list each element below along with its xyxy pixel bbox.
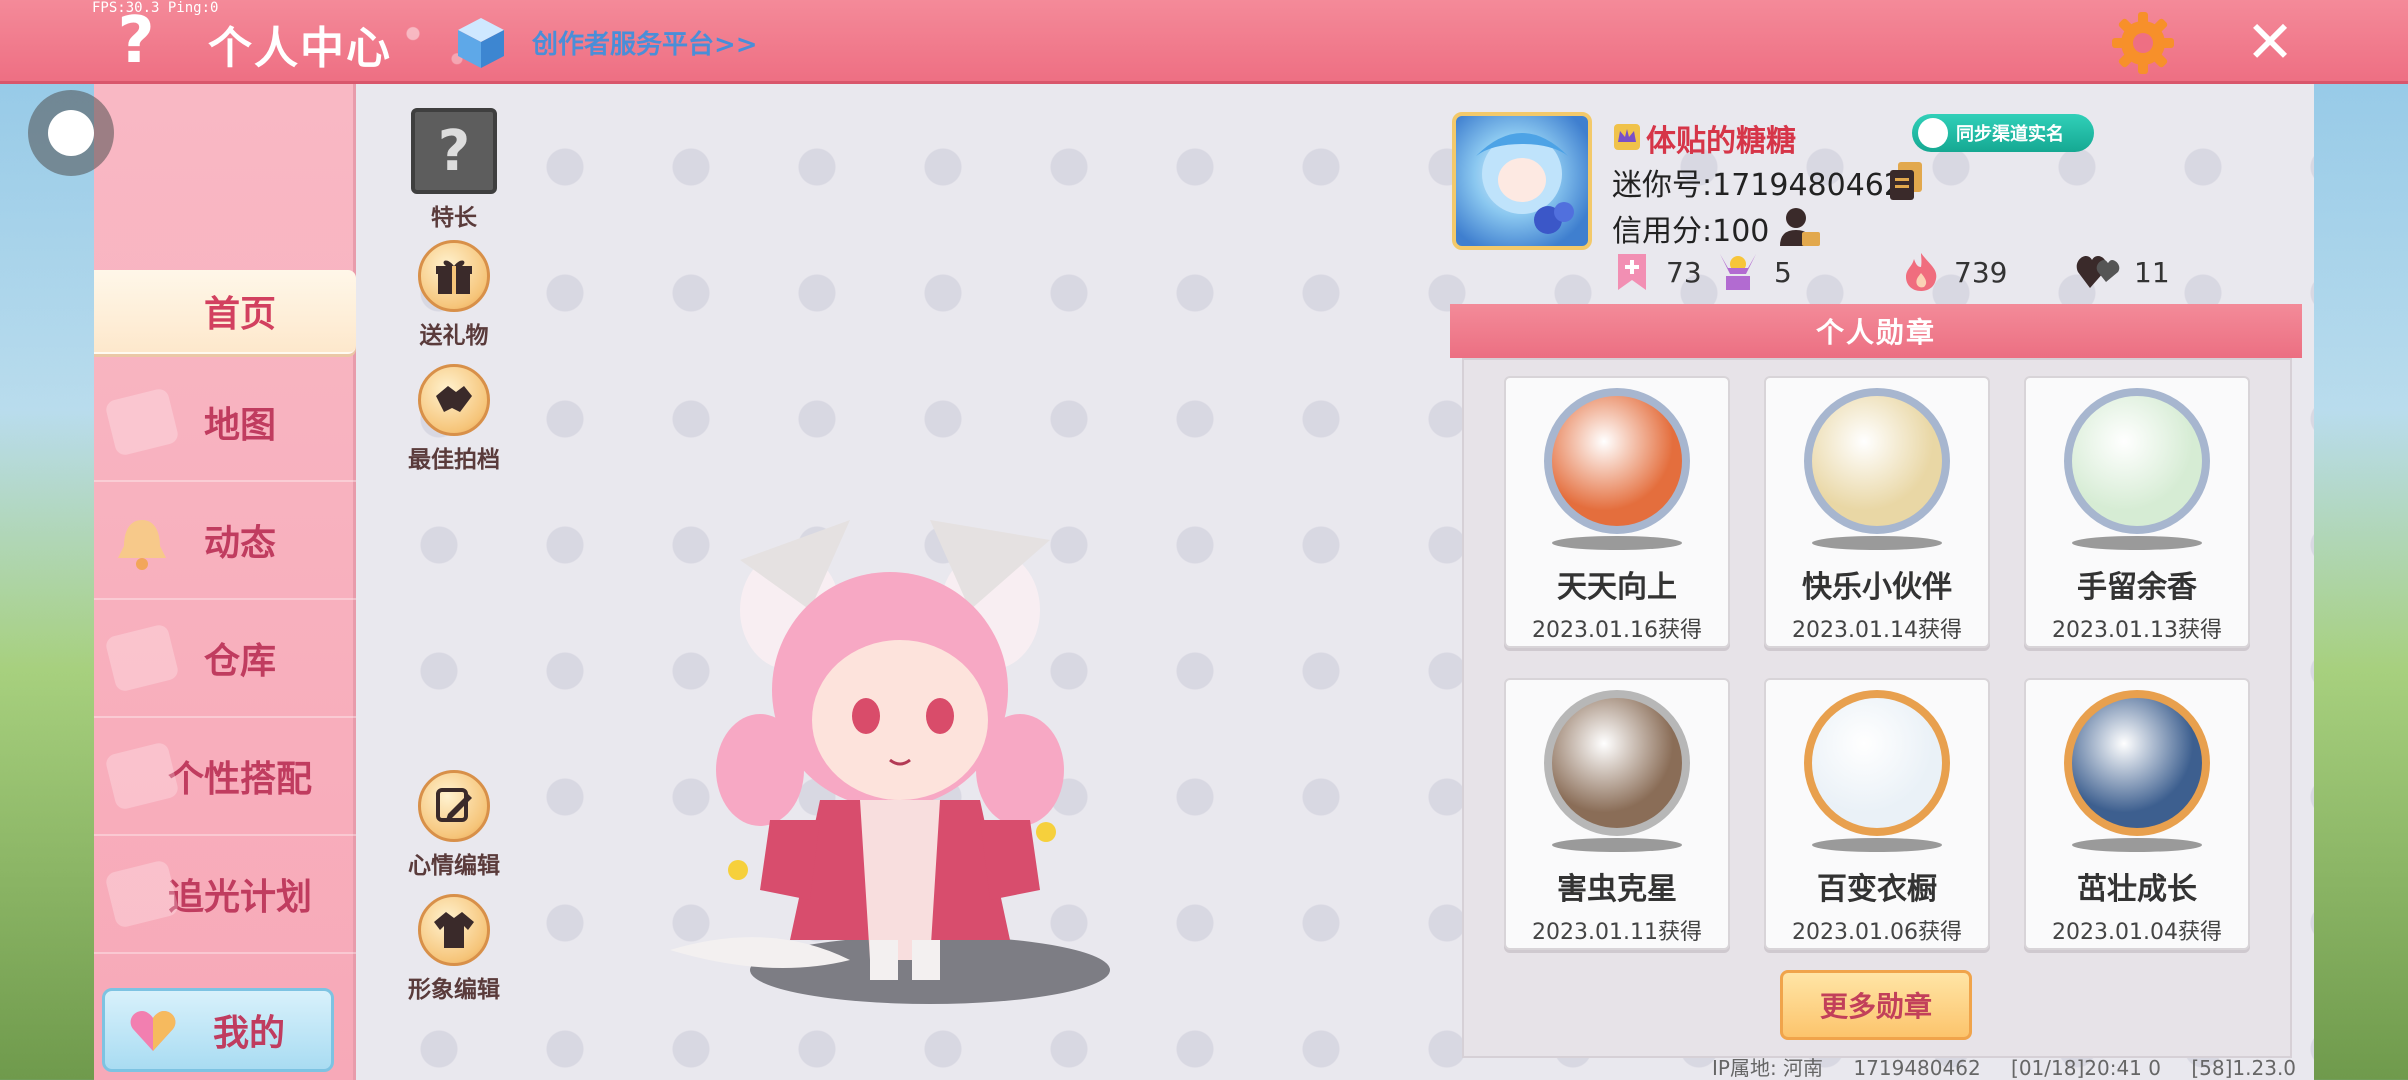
sync-realname-label: 同步渠道实名 [1956,124,2064,145]
badge-name: 百变衣橱 [1817,872,1937,907]
stat-fire: 739 [1902,250,2007,294]
badge-name: 快乐小伙伴 [1802,570,1952,605]
medal-shadow [1552,838,1682,852]
sidebar: 首页 地图 动态 仓库 个性搭配 追光计划 [94,84,356,1080]
medal-icon [1544,388,1690,534]
badge-card[interactable]: 百变衣橱 2023.01.06获得 [1764,678,1990,950]
badge-date: 2023.01.11获得 [1532,920,1702,945]
stat-flag: 73 [1612,250,1702,294]
gift-icon [418,240,490,312]
sidebar-item-home[interactable]: 首页 [94,270,356,354]
badge-name: 手留余香 [2077,570,2197,605]
sidebar-item-lightchase[interactable]: 追光计划 [94,836,356,954]
more-badges-button[interactable]: 更多勋章 [1780,970,1972,1040]
copy-icon[interactable] [1888,160,1924,202]
close-icon[interactable]: ✕ [2240,12,2300,72]
badge-name: 茁壮成长 [2077,872,2197,907]
ip-location: IP属地: 河南 [1712,1056,1824,1080]
page-title: 个人中心 [208,23,392,74]
badge-card[interactable]: 茁壮成长 2023.01.04获得 [2024,678,2250,950]
outfit-icon [418,894,490,966]
sidebar-item-feed[interactable]: 动态 [94,482,356,600]
footer-info: IP属地: 河南 1719480462 [01/18]20:41 0 [58]1… [1712,1052,2320,1080]
special-ability-label: 特长 [431,205,477,231]
appearance-edit-label: 形象编辑 [408,977,500,1003]
appearance-edit-button[interactable]: 形象编辑 [394,894,514,1004]
badge-card[interactable]: 害虫克星 2023.01.11获得 [1504,678,1730,950]
bell-icon [118,520,166,570]
badge-card[interactable]: 手留余香 2023.01.13获得 [2024,376,2250,648]
user-icon [1918,118,1948,148]
medal-shadow [1552,536,1682,550]
badges-header: 个人勋章 [1450,304,2302,358]
edit-icon [418,770,490,842]
top-bar: FPS:30.3 Ping:0 ? 个人中心 创作者服务平台>> ✕ [0,0,2408,84]
handshake-icon [418,364,490,436]
mystery-box-icon: ? [411,108,497,194]
best-partner-label: 最佳拍档 [408,447,500,473]
credit-score: 信用分:100 [1612,214,1770,249]
footer-version: [58]1.23.0 [2191,1056,2297,1080]
help-icon[interactable]: ? [108,6,164,76]
special-ability-button[interactable]: ? 特长 [394,108,514,232]
sidebar-item-outfit[interactable]: 个性搭配 [94,718,356,836]
cube-icon[interactable] [456,16,506,70]
badge-date: 2023.01.06获得 [1792,920,1962,945]
credit-user-icon[interactable] [1778,206,1822,248]
stat-cheer: 5 [1716,250,1792,294]
record-button[interactable] [28,90,114,176]
badge-card[interactable]: 天天向上 2023.01.16获得 [1504,376,1730,648]
vip-badge-icon [1614,124,1640,150]
medal-icon [2064,388,2210,534]
mini-id: 迷你号:1719480462 [1612,168,1903,203]
footer-timestamp: [01/18]20:41 0 [2011,1056,2161,1080]
bookmark-plus-icon [1618,254,1646,290]
mine-button[interactable]: 我的 [102,988,334,1072]
mood-edit-button[interactable]: 心情编辑 [394,770,514,880]
username: 体贴的糖糖 [1646,124,1796,159]
mood-edit-label: 心情编辑 [408,853,500,879]
medal-shadow [2072,838,2202,852]
badge-name: 天天向上 [1557,570,1677,605]
heart-pair-icon [2076,256,2120,288]
badge-card[interactable]: 快乐小伙伴 2023.01.14获得 [1764,376,1990,648]
fire-icon [1906,253,1937,291]
sidebar-item-map[interactable]: 地图 [94,364,356,482]
send-gift-label: 送礼物 [419,323,489,349]
badge-date: 2023.01.14获得 [1792,618,1962,643]
footer-uid: 1719480462 [1853,1056,1981,1080]
gear-icon[interactable] [2110,10,2176,76]
heart-icon [130,1011,176,1051]
medal-shadow [1812,536,1942,550]
sidebar-item-storage[interactable]: 仓库 [94,600,356,718]
best-partner-button[interactable]: 最佳拍档 [394,364,514,474]
stat-heart: 11 [2076,250,2170,294]
badge-date: 2023.01.16获得 [1532,618,1702,643]
avatar[interactable] [1452,112,1592,250]
badge-date: 2023.01.04获得 [2052,920,2222,945]
creator-platform-link[interactable]: 创作者服务平台>> [532,24,758,61]
medal-shadow [2072,536,2202,550]
send-gift-button[interactable]: 送礼物 [394,240,514,350]
medal-icon [1544,690,1690,836]
sync-realname-button[interactable]: 同步渠道实名 [1912,114,2094,152]
medal-shadow [1812,838,1942,852]
medal-icon [2064,690,2210,836]
mine-label: 我的 [212,1013,285,1054]
badge-name: 害虫克星 [1557,872,1677,907]
badge-date: 2023.01.13获得 [2052,618,2222,643]
medal-icon [1804,690,1950,836]
cheer-icon [1720,254,1756,290]
medal-icon [1804,388,1950,534]
character-model[interactable] [650,500,1120,1020]
